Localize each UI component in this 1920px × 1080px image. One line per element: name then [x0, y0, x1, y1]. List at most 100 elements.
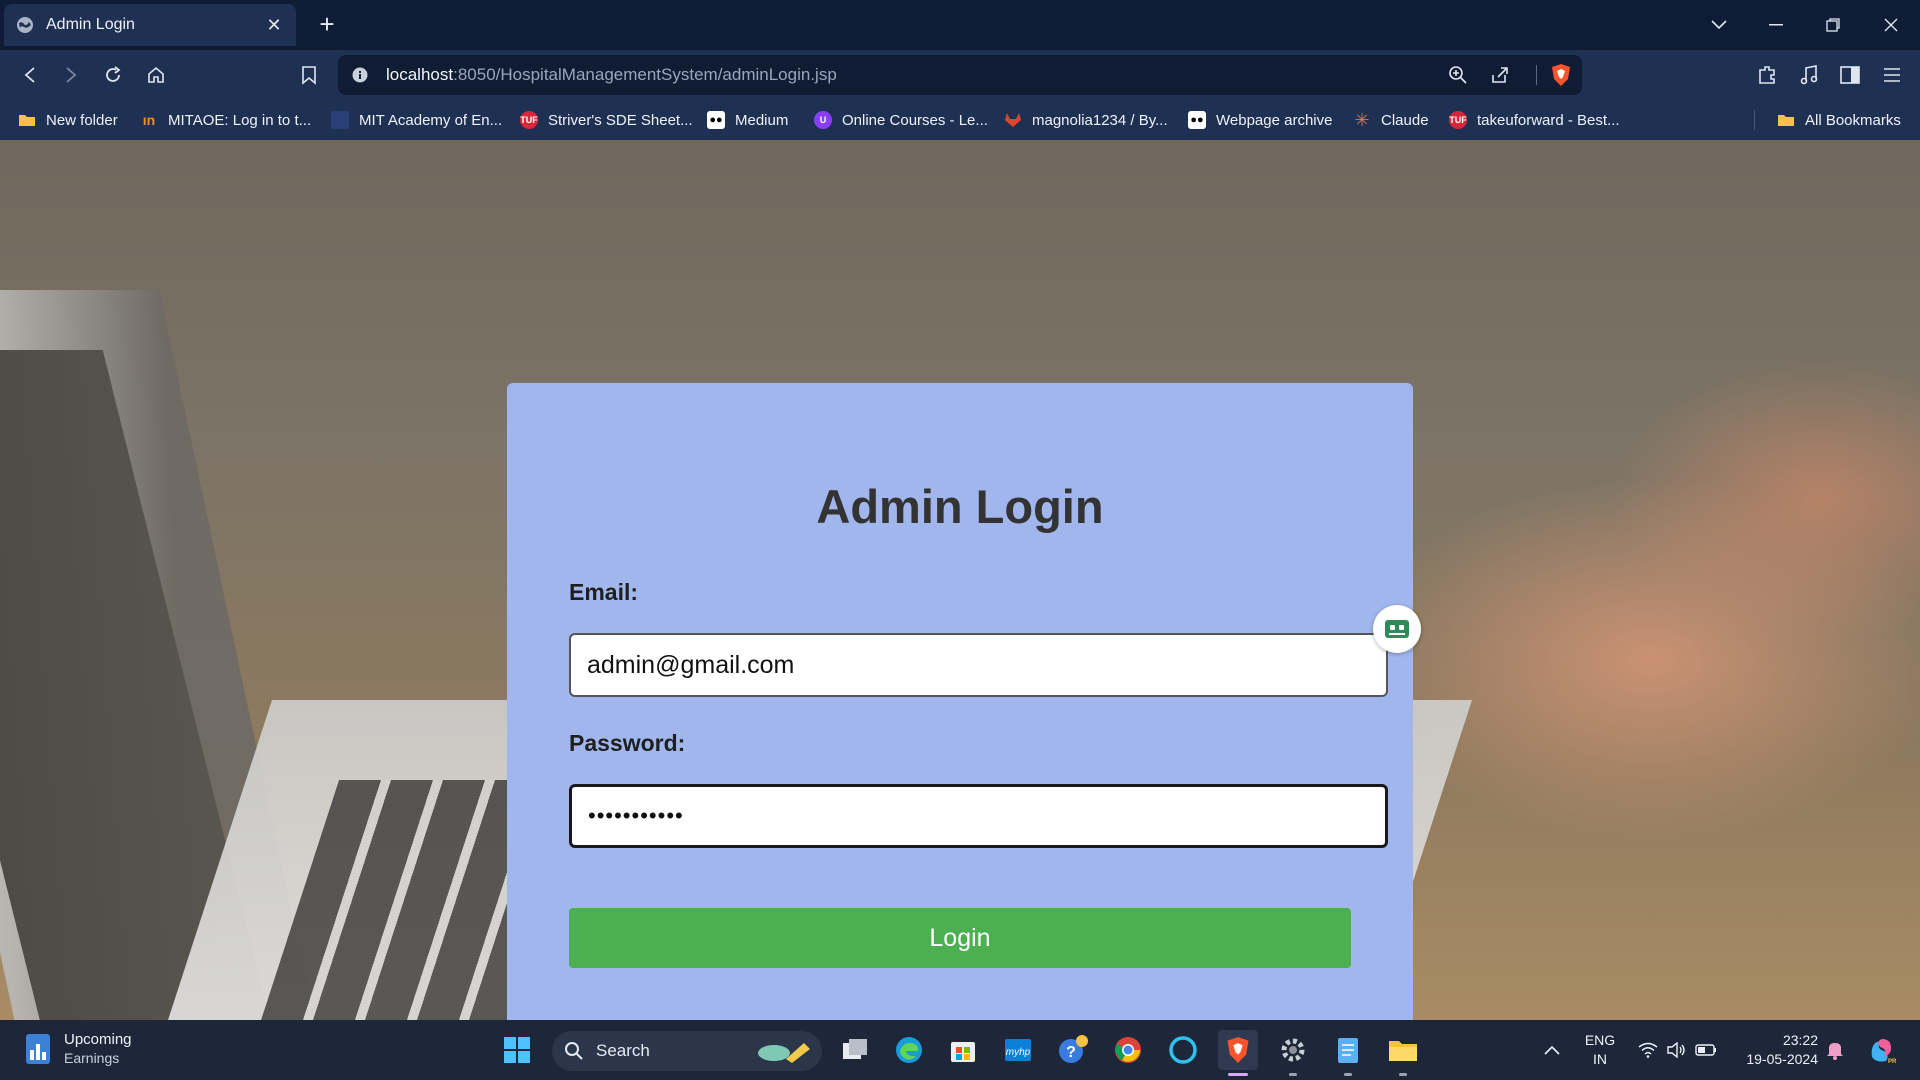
tuf-icon: TUF	[1449, 111, 1467, 129]
bookmark-label: Online Courses - Le...	[842, 111, 988, 129]
email-field[interactable]: admin@gmail.com	[569, 633, 1388, 697]
password-manager-icon[interactable]	[1373, 605, 1421, 653]
forward-icon[interactable]	[57, 61, 85, 89]
bookmark-label: MITAOE: Log in to t...	[168, 111, 312, 129]
tuf-icon: TUF	[520, 111, 538, 129]
medium-icon: ●●	[707, 111, 725, 129]
folder-icon	[1778, 115, 1794, 126]
notification-bell-icon[interactable]	[1815, 1030, 1855, 1070]
bookmark-label: Striver's SDE Sheet...	[548, 111, 693, 129]
restore-icon[interactable]	[1810, 8, 1856, 42]
back-icon[interactable]	[16, 61, 44, 89]
home-icon[interactable]	[142, 61, 170, 89]
alexa-icon[interactable]	[1163, 1030, 1203, 1070]
clock-time: 23:22	[1782, 1032, 1818, 1048]
taskbar-search[interactable]: Search	[552, 1031, 822, 1071]
reload-icon[interactable]	[99, 61, 127, 89]
bookmark-claude[interactable]: ✳ Claude	[1353, 108, 1429, 132]
tab-admin-login[interactable]: Admin Login ✕	[4, 4, 296, 46]
minimize-icon[interactable]	[1753, 8, 1799, 42]
brave-shield-icon[interactable]	[1550, 63, 1572, 87]
brave-icon[interactable]	[1218, 1030, 1258, 1076]
svg-text:myhp: myhp	[1006, 1047, 1031, 1058]
bookmark-mit-academy[interactable]: MIT Academy of En...	[331, 108, 502, 132]
file-explorer-icon[interactable]	[1383, 1030, 1423, 1076]
sidebar-icon[interactable]	[1836, 61, 1864, 89]
mitaoe-icon: ın	[142, 112, 156, 128]
tab-title: Admin Login	[46, 16, 135, 33]
bookmark-online-courses[interactable]: U Online Courses - Le...	[814, 108, 988, 132]
bookmark-label: MIT Academy of En...	[359, 111, 503, 129]
help-icon[interactable]: ?	[1053, 1030, 1093, 1070]
url-path: :8050/HospitalManagementSystem/adminLogi…	[453, 65, 837, 84]
bookmark-striver[interactable]: TUF Striver's SDE Sheet...	[520, 108, 693, 132]
widget-subtitle: Earnings	[64, 1050, 120, 1066]
region-code: IN	[1593, 1051, 1607, 1067]
login-card: Admin Login Email: admin@gmail.com Passw…	[507, 383, 1421, 1020]
close-tab-icon[interactable]: ✕	[264, 15, 284, 35]
tab-strip: Admin Login ✕ +	[0, 0, 1920, 50]
copilot-icon[interactable]: PRE	[1861, 1030, 1901, 1070]
clock[interactable]: 23:22 19-05-2024	[1734, 1031, 1818, 1069]
udemy-icon: U	[814, 111, 832, 129]
bookmark-new-folder[interactable]: New folder	[18, 108, 118, 132]
show-hidden-icons-chevron-icon[interactable]	[1532, 1030, 1572, 1070]
divider	[1536, 65, 1537, 85]
start-icon[interactable]	[497, 1030, 537, 1070]
bookmark-icon[interactable]	[295, 61, 323, 89]
language-code: ENG	[1584, 1032, 1616, 1048]
bookmark-medium[interactable]: ●● Medium	[707, 108, 788, 132]
notepad-icon[interactable]	[1328, 1030, 1368, 1076]
mit-icon	[331, 111, 349, 129]
email-label: Email:	[569, 579, 639, 605]
myhp-icon[interactable]: myhp	[998, 1030, 1038, 1070]
bookmark-label: Medium	[735, 111, 789, 129]
battery-icon[interactable]	[1686, 1030, 1726, 1070]
extensions-icon[interactable]	[1753, 61, 1781, 89]
widgets-button[interactable]: Upcoming Earnings	[24, 1030, 132, 1068]
chrome-icon[interactable]	[1108, 1030, 1148, 1070]
taskbar: Upcoming Earnings Search myhp ? ENG IN 2…	[0, 1020, 1920, 1080]
page-title: Admin Login	[816, 480, 1104, 533]
password-label: Password:	[569, 730, 686, 756]
menu-icon[interactable]	[1878, 61, 1906, 89]
address-bar[interactable]: localhost:8050/HospitalManagementSystem/…	[338, 55, 1582, 95]
new-tab-button[interactable]: +	[314, 11, 340, 38]
bookmark-label: magnolia1234 / By...	[1032, 111, 1168, 129]
page-viewport: Admin Login Email: admin@gmail.com Passw…	[0, 140, 1920, 1020]
search-placeholder: Search	[596, 1041, 650, 1060]
medium-icon: ●●	[1188, 111, 1206, 129]
bookmarks-bar: New folder ın MITAOE: Log in to t... MIT…	[0, 100, 1920, 140]
bookmark-all-bookmarks[interactable]: All Bookmarks	[1777, 108, 1901, 132]
search-icon	[565, 1042, 583, 1060]
close-window-icon[interactable]	[1868, 8, 1914, 42]
task-view-icon[interactable]	[835, 1030, 875, 1070]
password-field[interactable]: •••••••••••	[569, 784, 1388, 848]
tab-search-chevron-icon[interactable]	[1696, 8, 1742, 42]
claude-icon: ✳	[1354, 109, 1370, 130]
url-host: localhost	[386, 65, 454, 84]
login-button[interactable]: Login	[569, 908, 1351, 968]
widget-title: Upcoming	[64, 1031, 132, 1048]
bookmark-mitaoe[interactable]: ın MITAOE: Log in to t...	[140, 108, 311, 132]
bookmark-label: New folder	[46, 111, 118, 129]
settings-icon[interactable]	[1273, 1030, 1313, 1076]
bookmark-label: Webpage archive	[1216, 111, 1333, 129]
site-info-icon[interactable]	[352, 67, 368, 83]
svg-text:PRE: PRE	[1888, 1059, 1896, 1065]
media-icon[interactable]	[1795, 61, 1823, 89]
bookmark-label: takeuforward - Best...	[1477, 111, 1620, 129]
search-highlight-icon	[758, 1043, 810, 1063]
bookmark-takeuforward[interactable]: TUF takeuforward - Best...	[1449, 108, 1620, 132]
bookmark-label: Claude	[1381, 111, 1429, 129]
bookmark-label: All Bookmarks	[1805, 111, 1901, 129]
svg-text:?: ?	[1066, 1044, 1076, 1061]
url-text[interactable]: localhost:8050/HospitalManagementSystem/…	[386, 65, 837, 85]
share-icon[interactable]	[1490, 65, 1510, 85]
zoom-icon[interactable]	[1448, 65, 1468, 85]
edge-icon[interactable]	[889, 1030, 929, 1070]
language-indicator[interactable]: ENG IN	[1582, 1031, 1618, 1069]
bookmark-magnolia[interactable]: magnolia1234 / By...	[1004, 108, 1168, 132]
bookmark-webpage-archive[interactable]: ●● Webpage archive	[1188, 108, 1332, 132]
store-icon[interactable]	[943, 1030, 983, 1070]
